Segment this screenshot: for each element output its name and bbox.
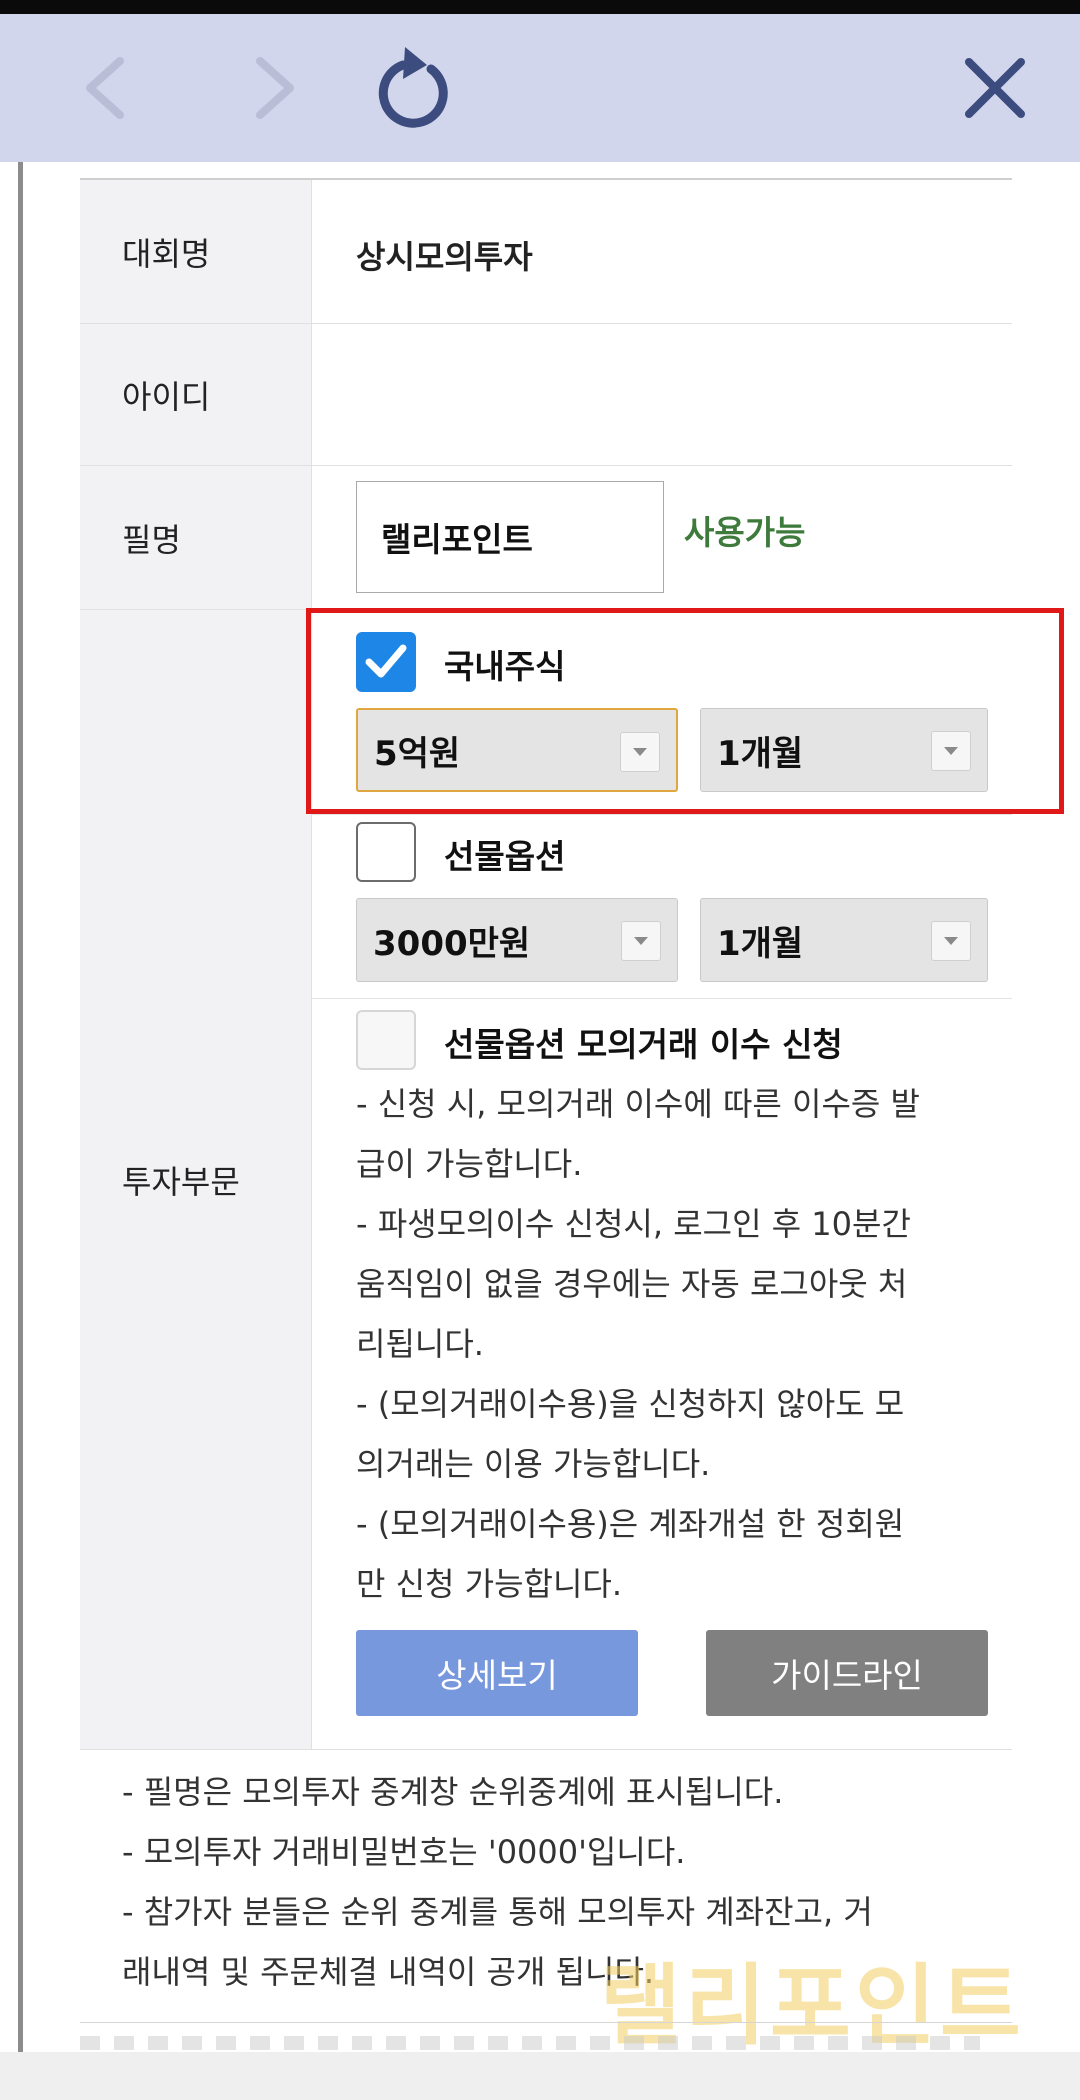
contest-value: 상시모의투자: [356, 238, 533, 276]
nickname-row: 필명 랠리포인트 사용가능: [80, 466, 1012, 610]
note-line: - 신청 시, 모의거래 이수에 따른 이수증 발: [356, 1085, 920, 1123]
invest-label: 투자부문: [80, 610, 312, 1749]
close-icon[interactable]: [945, 14, 1045, 162]
transfer-notes: - 신청 시, 모의거래 이수에 따른 이수증 발 급이 가능합니다. - 파생…: [356, 1074, 996, 1614]
divider: [312, 998, 1012, 999]
note-line: 만 신청 가능합니다.: [356, 1565, 623, 1603]
futures-amount-value: 3000만원: [373, 923, 531, 964]
highlight-box: [306, 608, 1064, 814]
cut-off-text: [80, 2036, 980, 2050]
note-line: 급이 가능합니다.: [356, 1145, 583, 1183]
note-line: - (모의거래이수용)을 신청하지 않아도 모: [356, 1385, 905, 1423]
nickname-available-status: 사용가능: [684, 513, 806, 552]
status-bar: [0, 0, 1080, 14]
id-label: 아이디: [80, 324, 312, 465]
divider: [312, 814, 1012, 815]
scroll-rail: [18, 162, 23, 2052]
note-line: - 파생모의이수 신청시, 로그인 후 10분간: [356, 1205, 911, 1243]
futures-period-select[interactable]: 1개월: [700, 898, 988, 982]
chevron-right-icon[interactable]: [230, 14, 320, 162]
note-line: 움직임이 없을 경우에는 자동 로그아웃 처: [356, 1265, 908, 1303]
nickname-input[interactable]: 랠리포인트: [356, 481, 664, 593]
futures-label: 선물옵션: [444, 837, 566, 876]
note-line: - 필명은 모의투자 중계창 순위중계에 표시됩니다.: [122, 1773, 784, 1811]
browser-toolbar: [0, 14, 1080, 162]
contest-label: 대회명: [80, 180, 312, 323]
id-row: 아이디: [80, 324, 1012, 466]
reload-icon[interactable]: [360, 14, 470, 162]
guideline-button[interactable]: 가이드라인: [706, 1630, 988, 1716]
note-line: - (모의거래이수용)은 계좌개설 한 정회원: [356, 1505, 905, 1543]
dropdown-arrow-icon: [621, 921, 661, 961]
transfer-label: 선물옵션 모의거래 이수 신청: [444, 1025, 843, 1064]
detail-button[interactable]: 상세보기: [356, 1630, 638, 1716]
dropdown-arrow-icon: [931, 921, 971, 961]
registration-form: 대회명 상시모의투자 아이디 필명 랠리포인트 사용가능 투자부문 국내주식 5…: [80, 178, 1012, 1750]
futures-checkbox[interactable]: [356, 822, 416, 882]
nickname-label: 필명: [80, 466, 312, 609]
note-line: 의거래는 이용 가능합니다.: [356, 1445, 711, 1483]
transfer-checkbox[interactable]: [356, 1010, 416, 1070]
note-line: - 참가자 분들은 순위 중계를 통해 모의투자 계좌잔고, 거: [122, 1893, 873, 1931]
divider: [80, 2022, 1012, 2023]
futures-period-value: 1개월: [717, 923, 804, 964]
note-line: 리됩니다.: [356, 1325, 484, 1363]
chevron-left-icon[interactable]: [60, 14, 150, 162]
contest-row: 대회명 상시모의투자: [80, 180, 1012, 324]
bottom-bar: [0, 2052, 1080, 2100]
futures-amount-select[interactable]: 3000만원: [356, 898, 678, 982]
note-line: - 모의투자 거래비밀번호는 '0000'입니다.: [122, 1833, 686, 1871]
